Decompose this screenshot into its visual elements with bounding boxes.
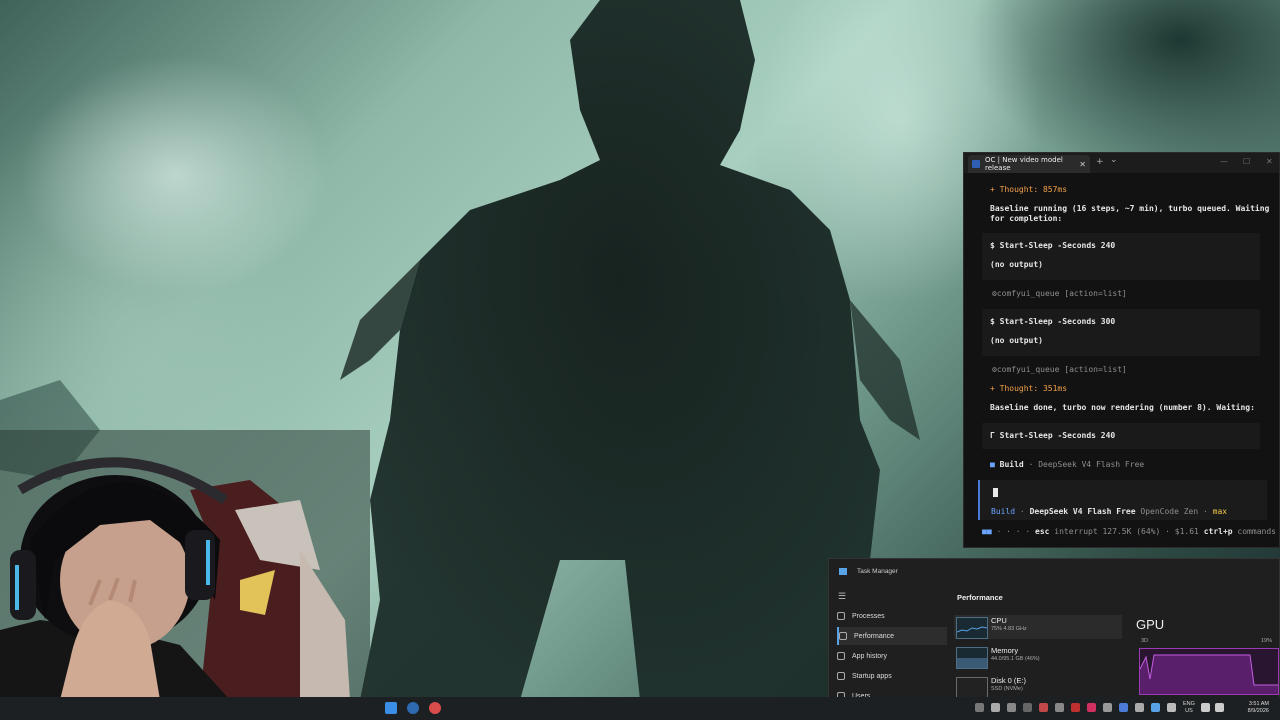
close-window-icon[interactable]: ✕ [1266, 157, 1273, 166]
footer-model: DeepSeek V4 Flash Free [1029, 507, 1136, 516]
steam-icon[interactable] [407, 702, 419, 714]
tool-call-line: ⚙comfyui_queue [action=list] [992, 365, 1127, 374]
minimize-icon[interactable]: — [1220, 157, 1228, 166]
language-indicator[interactable]: ENG US [1183, 701, 1195, 715]
status-mode: Build [999, 460, 1024, 469]
network-icon[interactable] [1201, 703, 1210, 712]
gpu-engine-label: 3D [1141, 638, 1149, 644]
terminal-tab[interactable]: OC | New video model release ✕ [968, 155, 1090, 173]
windows-start-icon[interactable] [385, 702, 397, 714]
command-block-running: Γ Start-Sleep -Seconds 240 [982, 423, 1260, 449]
tab-dropdown-button[interactable]: ⌄ [1110, 155, 1118, 165]
footer-mode: Build [991, 507, 1016, 516]
spinner-glyph: Γ [990, 431, 995, 440]
esc-label: interrupt [1054, 527, 1098, 536]
tray-app-icon[interactable] [1151, 703, 1160, 712]
performance-icon [839, 632, 847, 640]
disk-mini-graph [956, 677, 988, 699]
tray-app-icon[interactable] [1103, 703, 1112, 712]
microphone-icon[interactable] [1167, 703, 1176, 712]
text-cursor [993, 488, 998, 497]
tray-app-icon[interactable] [1055, 703, 1064, 712]
webcam-overlay [0, 430, 370, 700]
esc-key: esc [1035, 527, 1050, 536]
status-row: ■ Build · DeepSeek V4 Flash Free [990, 460, 1145, 469]
assistant-message-cont: for completion: [990, 214, 1063, 223]
task-manager-logo-icon [839, 568, 847, 575]
cpu-mini-graph [956, 617, 988, 639]
tab-title: OC | New video model release [985, 156, 1063, 172]
terminal-titlebar[interactable]: OC | New video model release ✕ + ⌄ — ☐ ✕ [964, 153, 1279, 173]
maximize-icon[interactable]: ☐ [1243, 157, 1250, 166]
webcam-person-image [0, 430, 370, 700]
startup-apps-icon [837, 672, 845, 680]
new-tab-button[interactable]: + [1096, 157, 1104, 167]
status-square-icon: ■ [990, 460, 995, 469]
gpu-title: GPU [1136, 617, 1165, 632]
assistant-message: Baseline done, turbo now rendering (numb… [990, 403, 1255, 412]
commands-key: ctrl+p [1203, 527, 1233, 536]
thought-line: + Thought: 351ms [990, 384, 1068, 393]
tray-app-icon[interactable] [1087, 703, 1096, 712]
tray-app-icon[interactable] [1007, 703, 1016, 712]
resource-disk[interactable]: Disk 0 (E:) SSD (NVMe) [954, 675, 1122, 699]
tray-app-icon[interactable] [1071, 703, 1080, 712]
tray-app-icon[interactable] [1135, 703, 1144, 712]
command-line: $ Start-Sleep -Seconds 300 [990, 317, 1116, 326]
assistant-message: Baseline running (16 steps, ~7 min), tur… [990, 204, 1270, 213]
footer-provider: OpenCode Zen [1140, 507, 1199, 516]
nav-startup-apps[interactable]: Startup apps [837, 667, 945, 685]
clock[interactable]: 3:51 AM 8/9/2026 [1229, 701, 1269, 715]
tray-app-icon[interactable] [1023, 703, 1032, 712]
command-line-running: Γ Start-Sleep -Seconds 240 [990, 431, 1116, 440]
tray-app-icon[interactable] [991, 703, 1000, 712]
app-history-icon [837, 652, 845, 660]
command-block: $ Start-Sleep -Seconds 300 (no output) [982, 309, 1260, 356]
command-output: (no output) [990, 336, 1043, 345]
status-model: DeepSeek V4 Flash Free [1038, 460, 1145, 469]
prompt-input-box[interactable]: Build · DeepSeek V4 Flash Free OpenCode … [978, 480, 1267, 520]
terminal-app-icon [972, 160, 980, 168]
commands-label: commands [1237, 527, 1276, 536]
nav-app-history[interactable]: App history [837, 647, 945, 665]
taskbar: ENG US 3:51 AM 8/9/2026 [0, 697, 1280, 720]
token-count: 127.5K (64%) [1102, 527, 1161, 536]
tray-chevron-up-icon[interactable] [975, 703, 984, 712]
resource-cpu[interactable]: CPU 75% 4.83 GHz [954, 615, 1122, 639]
task-manager-window[interactable]: Task Manager ☰ Processes Performance App… [828, 558, 1280, 700]
progress-indicator: ■■ [982, 527, 992, 536]
gpu-usage-graph [1139, 648, 1279, 695]
nav-processes[interactable]: Processes [837, 607, 945, 625]
performance-title: Performance [957, 593, 1003, 602]
chrome-icon[interactable] [429, 702, 441, 714]
command-output: (no output) [990, 260, 1043, 269]
nav-performance[interactable]: Performance [837, 627, 947, 645]
thought-line: + Thought: 857ms [990, 185, 1068, 194]
terminal-window[interactable]: OC | New video model release ✕ + ⌄ — ☐ ✕… [963, 152, 1280, 548]
resource-memory[interactable]: Memory 44.0/95.1 GB (46%) [954, 645, 1122, 669]
tab-close-icon[interactable]: ✕ [1079, 160, 1086, 169]
cost: $1.61 [1174, 527, 1199, 536]
bottom-status-bar: ■■ · · · · esc interrupt 127.5K (64%) · … [982, 527, 1276, 536]
command-line: $ Start-Sleep -Seconds 240 [990, 241, 1116, 250]
footer-variant: max [1212, 507, 1228, 516]
tool-call-line: ⚙comfyui_queue [action=list] [992, 289, 1127, 298]
gpu-engine-percent: 19% [1261, 638, 1273, 644]
input-footer: Build · DeepSeek V4 Flash Free OpenCode … [991, 507, 1228, 516]
bluetooth-icon[interactable] [1119, 703, 1128, 712]
volume-icon[interactable] [1215, 703, 1224, 712]
processes-icon [837, 612, 845, 620]
hamburger-menu-icon[interactable]: ☰ [838, 591, 846, 602]
task-manager-title: Task Manager [857, 568, 898, 575]
memory-mini-graph [956, 647, 988, 669]
command-block: $ Start-Sleep -Seconds 240 (no output) [982, 233, 1260, 280]
tray-app-icon[interactable] [1039, 703, 1048, 712]
